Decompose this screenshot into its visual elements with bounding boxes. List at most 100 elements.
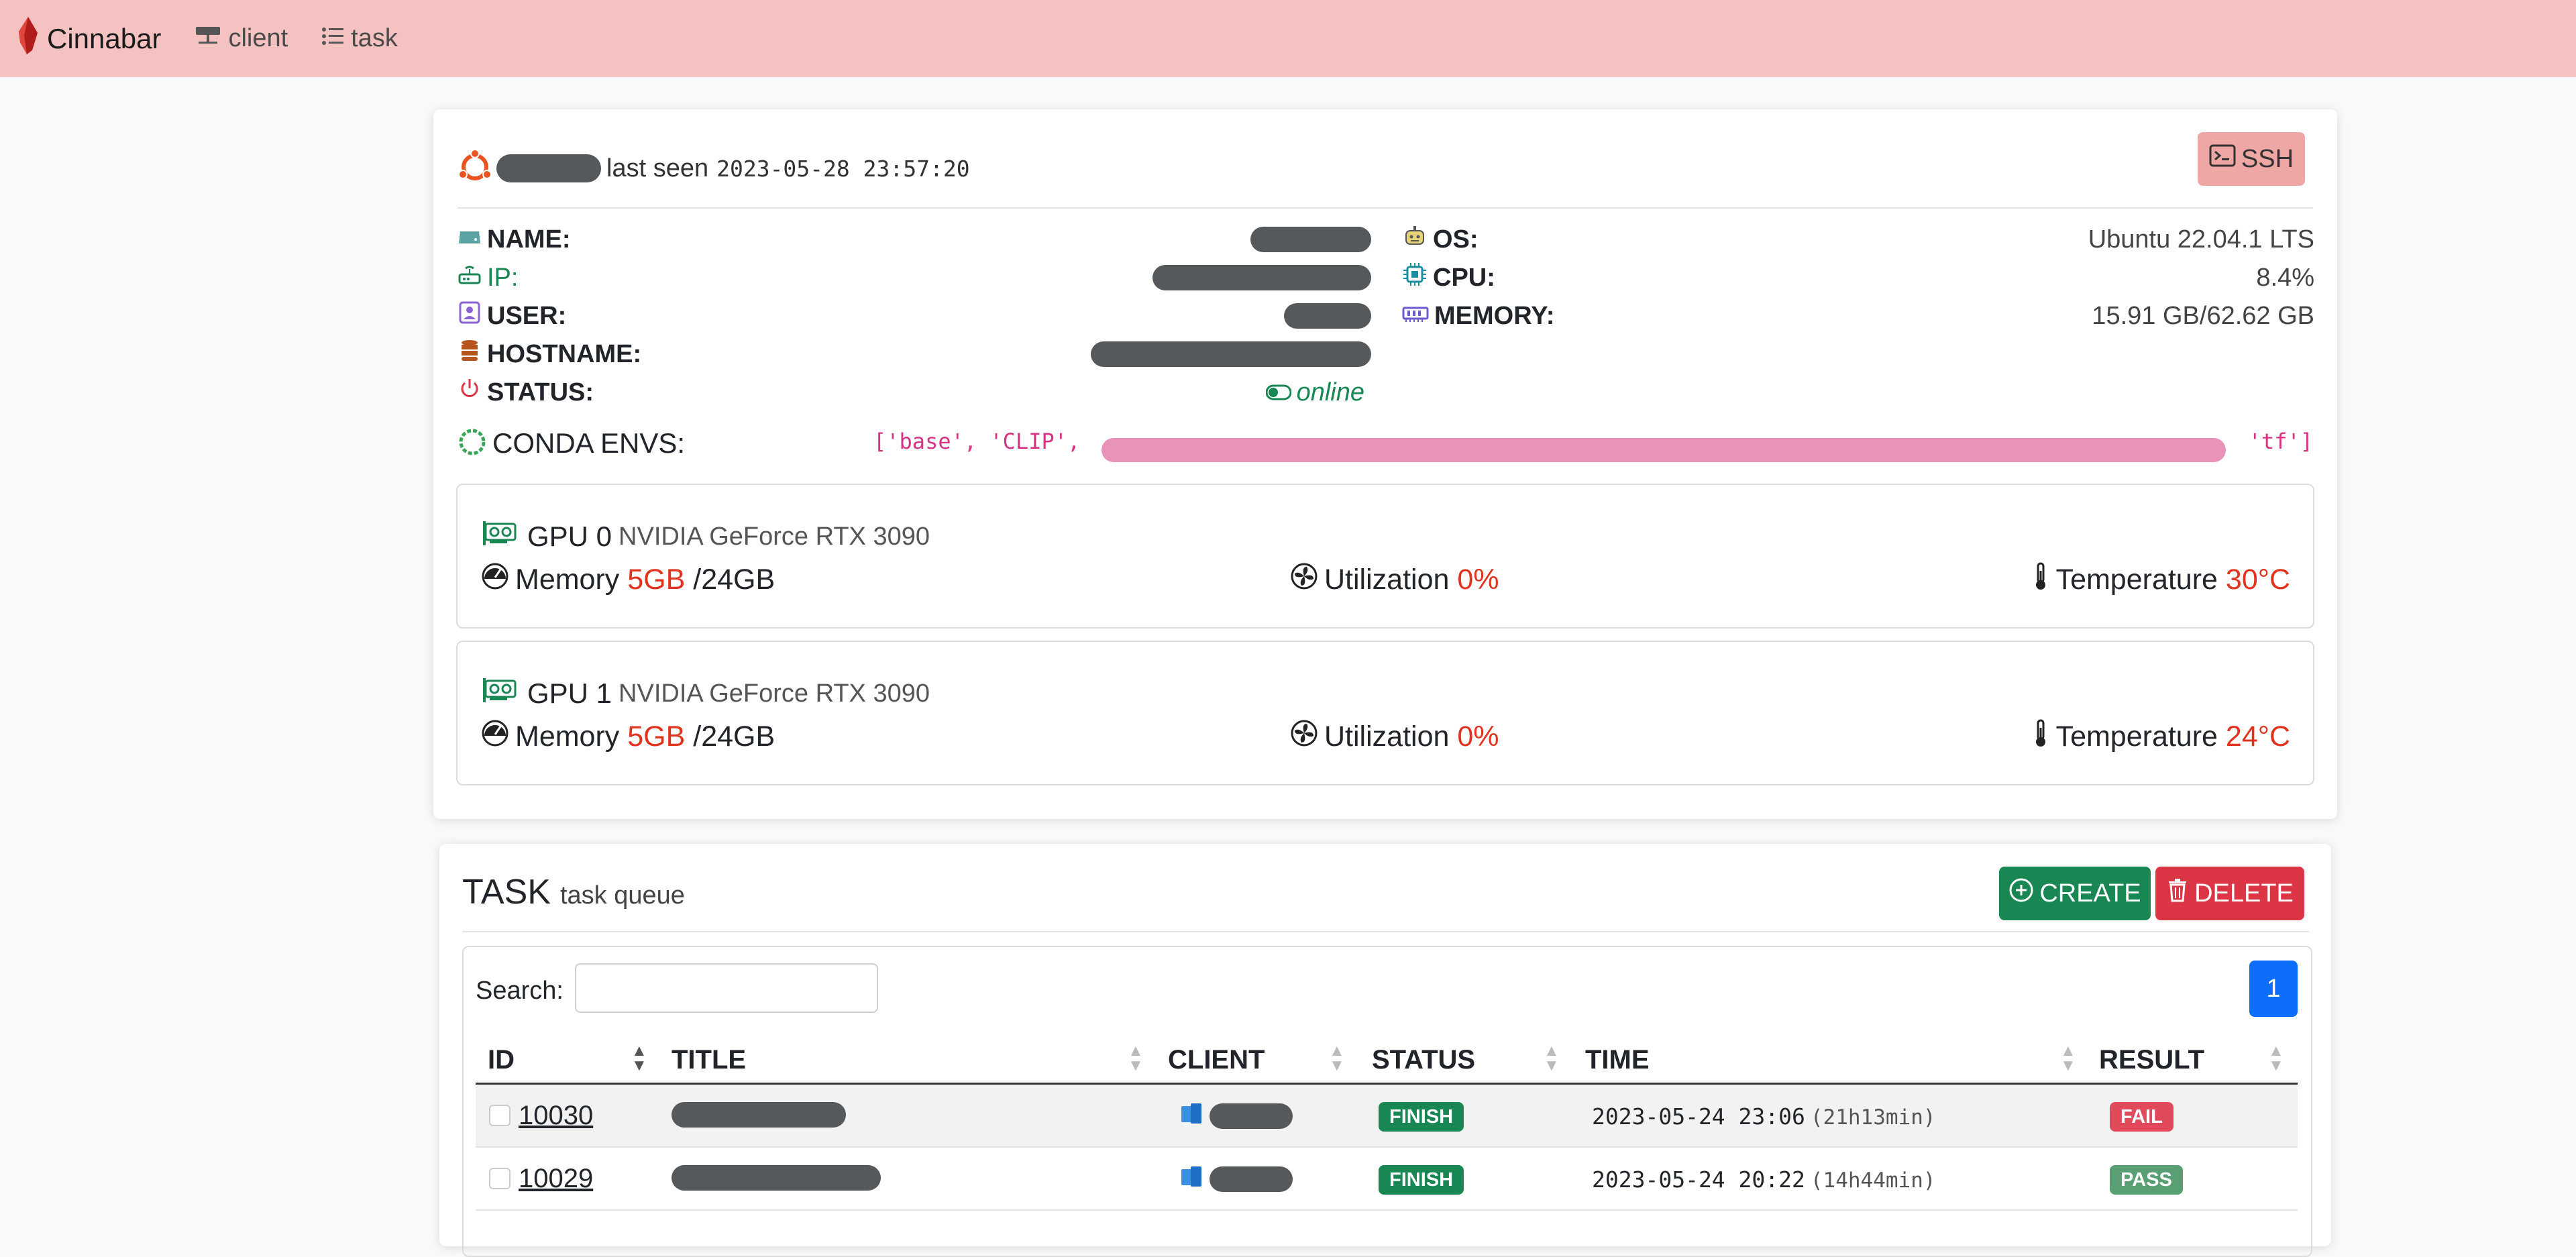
task-id-link[interactable]: 10029 <box>519 1164 593 1194</box>
memory-total: /24GB <box>693 720 775 753</box>
task-id-link[interactable]: 10030 <box>519 1101 593 1131</box>
delete-button[interactable]: DELETE <box>2155 867 2304 920</box>
table-row[interactable]: 10030 FINISH 2023-05-24 23:06 (21h13min) … <box>476 1085 2298 1148</box>
row-checkbox[interactable] <box>489 1105 511 1126</box>
divider <box>462 931 2308 932</box>
search-input[interactable] <box>575 963 878 1013</box>
brand[interactable]: Cinnabar <box>17 15 161 62</box>
utilization-value: 0% <box>1457 720 1499 753</box>
task-title: TASK <box>462 873 551 912</box>
column-header-client[interactable]: CLIENT <box>1168 1045 1265 1075</box>
field-user-label: USER: <box>487 301 567 330</box>
list-icon <box>321 24 351 53</box>
gpu-temperature: Temperature 30°C <box>2031 561 2290 598</box>
sort-icon[interactable]: ▲ ▼ <box>2060 1043 2076 1074</box>
field-ip: IP: <box>458 260 518 295</box>
table-row[interactable]: 10029 FINISH 2023-05-24 20:22 (14h44min) … <box>476 1148 2298 1211</box>
task-client[interactable] <box>1180 1164 1293 1194</box>
value-status: online <box>1265 375 1364 410</box>
column-header-title[interactable]: TITLE <box>672 1045 746 1075</box>
field-user: USER: <box>458 298 566 333</box>
fan-icon <box>1289 718 1324 755</box>
ubuntu-icon <box>458 148 492 188</box>
navbar: Cinnabar client task <box>0 0 2576 77</box>
memory-label: Memory <box>515 720 620 753</box>
create-button[interactable]: CREATE <box>1999 867 2151 920</box>
toggle-on-icon <box>1265 378 1292 407</box>
value-memory: 15.91 GB/62.62 GB <box>2092 301 2314 330</box>
loading-ring-icon <box>458 427 487 460</box>
client-header: last seen 2023-05-28 23:57:20 <box>458 142 2305 195</box>
memory-used: 5GB <box>627 563 686 596</box>
gpu-utilization: Utilization 0% <box>1289 561 1499 598</box>
column-header-result[interactable]: RESULT <box>2099 1045 2204 1075</box>
sort-icon[interactable]: ▲ ▼ <box>1544 1043 1560 1074</box>
task-client[interactable] <box>1180 1101 1293 1131</box>
gpu-temperature: Temperature 24°C <box>2031 718 2290 755</box>
field-cpu: CPU: <box>1402 260 1495 295</box>
value-ip <box>1152 260 1371 295</box>
result-badge: PASS <box>2110 1165 2183 1195</box>
gpu-model: NVIDIA GeForce RTX 3090 <box>619 679 930 708</box>
row-checkbox[interactable] <box>489 1168 511 1189</box>
utilization-value: 0% <box>1457 563 1499 596</box>
terminal-icon <box>2209 144 2241 174</box>
gpu-card-icon <box>482 675 518 712</box>
gpu-utilization: Utilization 0% <box>1289 718 1499 755</box>
status-badge: FINISH <box>1379 1102 1464 1132</box>
value-name <box>1250 222 1371 257</box>
task-card: TASK task queue CREATE DELETE Search: 1 … <box>439 844 2331 1257</box>
temperature-label: Temperature <box>2055 720 2218 753</box>
field-os-label: OS: <box>1433 225 1479 254</box>
value-hostname <box>1091 337 1371 372</box>
robot-icon <box>1402 224 1433 255</box>
divider <box>458 207 2313 209</box>
sort-icon[interactable]: ▲ ▼ <box>1329 1043 1345 1074</box>
status-online: online <box>1296 378 1364 406</box>
value-os: Ubuntu 22.04.1 LTS <box>2088 225 2314 254</box>
sort-icon[interactable]: ▲ ▼ <box>1128 1043 1144 1074</box>
field-status: STATUS: <box>458 375 594 410</box>
column-header-status[interactable]: STATUS <box>1372 1045 1475 1075</box>
ssh-button[interactable]: SSH <box>2198 132 2305 186</box>
gpu-card: GPU 0 NVIDIA GeForce RTX 3090 Memory 5GB… <box>456 484 2314 628</box>
temperature-label: Temperature <box>2055 563 2218 596</box>
speedometer-icon <box>480 718 515 755</box>
column-header-id[interactable]: ID <box>488 1045 515 1075</box>
field-hostname-label: HOSTNAME: <box>487 339 642 368</box>
person-badge-icon <box>458 301 487 331</box>
conda-envs-row: CONDA ENVS: ['base', 'CLIP', 'tf'] <box>458 423 2313 463</box>
memory-label: Memory <box>515 563 620 596</box>
page-button[interactable]: 1 <box>2249 961 2298 1017</box>
nav-task-label: task <box>351 24 398 52</box>
nav-client[interactable]: client <box>195 24 288 53</box>
gpu-memory: Memory 5GB /24GB <box>480 561 775 598</box>
field-memory: MEMORY: <box>1402 298 1554 333</box>
column-header-time[interactable]: TIME <box>1585 1045 1650 1075</box>
client-name-redacted <box>496 154 601 182</box>
thermometer-icon <box>2031 561 2056 598</box>
sort-icon[interactable]: ▲ ▼ <box>2268 1043 2284 1074</box>
nav-task[interactable]: task <box>321 24 398 53</box>
search-label: Search: <box>476 977 564 1005</box>
gpu-name: GPU 1 <box>527 677 612 709</box>
sort-desc-icon[interactable]: ▲ ▼ <box>631 1043 647 1074</box>
last-seen-label: last seen <box>606 154 709 182</box>
gpu-name: GPU 0 <box>527 521 612 552</box>
gpu-title: GPU 1 NVIDIA GeForce RTX 3090 <box>482 675 930 712</box>
field-hostname: HOSTNAME: <box>458 337 641 372</box>
value-user <box>1284 298 1371 333</box>
conda-label: CONDA ENVS: <box>492 427 686 459</box>
delete-label: DELETE <box>2194 879 2294 908</box>
brand-name: Cinnabar <box>47 22 162 54</box>
task-table: Search: 1 ID ▲ ▼ TITLE ▲ ▼ CLIENT ▲ ▼ STATU… <box>462 946 2312 1257</box>
conda-envs-redacted <box>1102 438 2226 462</box>
cinnabar-logo-icon <box>17 15 47 62</box>
last-seen-time: 2023-05-28 23:57:20 <box>716 155 970 182</box>
task-time: 2023-05-24 20:22 (14h44min) <box>1592 1166 1936 1193</box>
nav-client-label: client <box>228 24 288 52</box>
status-badge: FINISH <box>1379 1165 1464 1195</box>
gpu-card: GPU 1 NVIDIA GeForce RTX 3090 Memory 5GB… <box>456 641 2314 785</box>
hdd-icon <box>458 225 487 254</box>
cpu-icon <box>1402 262 1433 294</box>
